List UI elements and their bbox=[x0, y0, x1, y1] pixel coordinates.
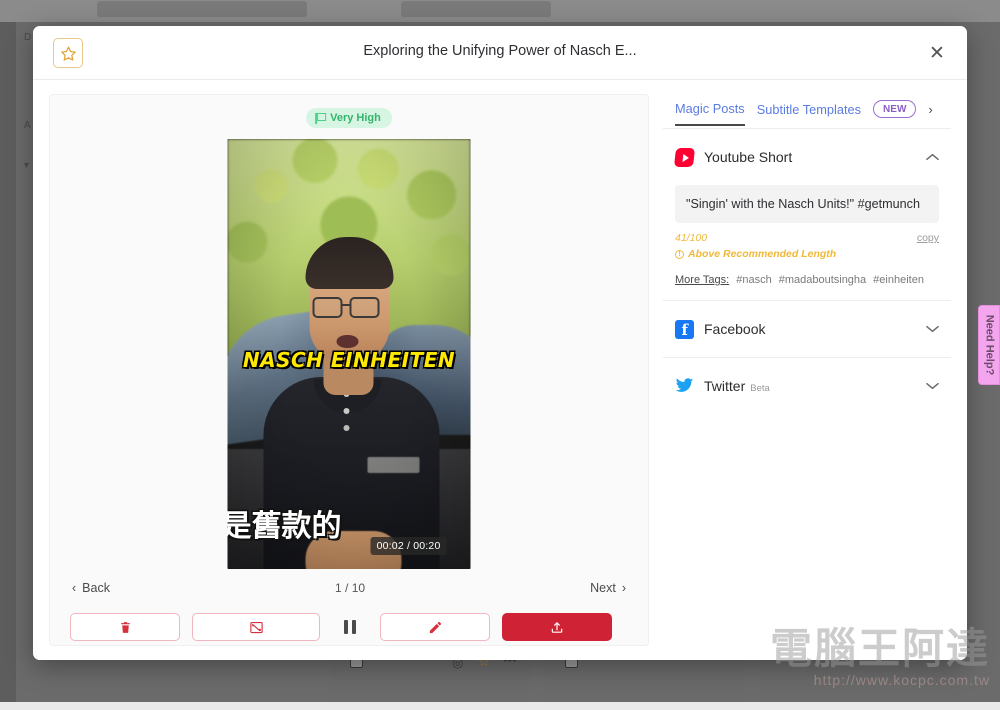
tag-item[interactable]: #madaboutsingha bbox=[779, 274, 866, 286]
tags-row: More Tags: #nasch #madaboutsingha #einhe… bbox=[675, 274, 939, 286]
tag-item[interactable]: #einheiten bbox=[873, 274, 924, 286]
chevron-right-icon[interactable]: › bbox=[928, 102, 932, 117]
status-badge: Very High bbox=[306, 108, 392, 128]
section-header-youtube-short[interactable]: Youtube Short bbox=[663, 129, 951, 185]
pause-button[interactable] bbox=[332, 613, 368, 641]
section-facebook: Facebook bbox=[663, 300, 951, 357]
chevron-left-icon: ‹ bbox=[72, 581, 77, 595]
post-meta-left: 41/100 ! Above Recommended Length bbox=[675, 232, 836, 260]
back-button[interactable]: ‹ Back bbox=[72, 581, 110, 595]
background-bottom-bar bbox=[0, 702, 1000, 710]
modal-header: Exploring the Unifying Power of Nasch E.… bbox=[33, 26, 967, 80]
background-card bbox=[96, 0, 308, 18]
preview-modal: Exploring the Unifying Power of Nasch E.… bbox=[33, 26, 967, 660]
info-icon: ! bbox=[675, 249, 684, 259]
share-button[interactable] bbox=[502, 613, 612, 641]
length-warning-label: Above Recommended Length bbox=[688, 248, 837, 261]
tab-magic-posts[interactable]: Magic Posts bbox=[675, 101, 745, 126]
section-header-facebook[interactable]: Facebook bbox=[663, 301, 951, 357]
tab-subtitle-templates-label: Subtitle Templates bbox=[756, 101, 862, 117]
twitter-icon bbox=[675, 378, 694, 394]
video-caption-overlay: NASCH EINHEITEN bbox=[242, 348, 456, 372]
section-header-twitter[interactable]: Twitter Beta bbox=[663, 358, 951, 414]
tag-item[interactable]: #nasch bbox=[736, 274, 771, 286]
twitter-label: Twitter bbox=[704, 378, 746, 395]
section-title-twitter: Twitter Beta bbox=[704, 378, 916, 394]
chevron-up-icon[interactable] bbox=[926, 150, 939, 164]
modal-body: Very High NASCH EINHEITEN 是舊款的 00:02 / 0… bbox=[33, 80, 967, 660]
pause-icon-bar2 bbox=[352, 620, 356, 634]
section-title-youtube-short: Youtube Short bbox=[704, 149, 793, 165]
trash-icon bbox=[120, 621, 130, 633]
section-title-facebook: Facebook bbox=[704, 321, 766, 338]
youtube-shorts-icon bbox=[674, 147, 695, 167]
need-help-tab[interactable]: Need Help? bbox=[978, 305, 1000, 385]
next-button[interactable]: Next › bbox=[590, 581, 626, 595]
background-sidebar-text: A bbox=[24, 120, 31, 131]
video-timestamp: 00:02 / 00:20 bbox=[370, 537, 447, 555]
resize-icon bbox=[249, 621, 263, 633]
action-toolbar bbox=[70, 613, 628, 641]
background-sidebar-text: D bbox=[24, 32, 32, 43]
background-sidebar-text: ▾ bbox=[24, 160, 30, 171]
flag-icon bbox=[315, 112, 327, 124]
new-badge: NEW bbox=[873, 100, 917, 118]
length-warning: ! Above Recommended Length bbox=[675, 248, 836, 260]
chevron-down-icon[interactable] bbox=[926, 379, 939, 393]
need-help-label: Need Help? bbox=[983, 314, 996, 376]
facebook-icon bbox=[675, 319, 694, 339]
delete-button[interactable] bbox=[70, 613, 180, 641]
back-label: Back bbox=[82, 581, 110, 595]
post-text-field[interactable]: "Singin' with the Nasch Units!" #getmunc… bbox=[675, 185, 939, 224]
beta-badge: Beta bbox=[750, 383, 770, 395]
background-card bbox=[400, 0, 552, 18]
page-title: Exploring the Unifying Power of Nasch E.… bbox=[363, 43, 637, 59]
upload-icon bbox=[551, 621, 563, 633]
pencil-icon bbox=[429, 621, 441, 633]
section-twitter: Twitter Beta bbox=[663, 357, 951, 414]
more-tags-button[interactable]: More Tags: bbox=[675, 274, 729, 286]
background-left-edge bbox=[0, 22, 16, 710]
chevron-right-icon: › bbox=[621, 581, 626, 595]
page-indicator: 1 / 10 bbox=[335, 581, 366, 595]
video-player[interactable]: NASCH EINHEITEN 是舊款的 00:02 / 00:20 bbox=[227, 139, 471, 569]
tab-magic-posts-label: Magic Posts bbox=[675, 100, 745, 116]
edit-button[interactable] bbox=[380, 613, 490, 641]
youtube-short-content: "Singin' with the Nasch Units!" #getmunc… bbox=[663, 185, 951, 300]
chevron-down-icon[interactable] bbox=[926, 322, 939, 336]
tab-subtitle-templates[interactable]: Subtitle Templates bbox=[757, 102, 861, 125]
section-youtube-short: Youtube Short "Singin' with the Nasch Un… bbox=[663, 128, 951, 300]
navigation-row: ‹ Back 1 / 10 Next › bbox=[72, 581, 626, 595]
quality-label: Very High bbox=[330, 112, 381, 124]
video-subtitle-overlay: 是舊款的 bbox=[227, 509, 342, 544]
resize-button[interactable] bbox=[192, 613, 320, 641]
copy-button[interactable]: copy bbox=[917, 232, 939, 244]
preview-panel: Very High NASCH EINHEITEN 是舊款的 00:02 / 0… bbox=[49, 94, 649, 646]
character-count: 41/100 bbox=[675, 232, 708, 245]
close-icon[interactable]: ✕ bbox=[923, 39, 951, 67]
pause-icon bbox=[344, 620, 348, 634]
social-panel: Magic Posts Subtitle Templates NEW › You… bbox=[663, 94, 951, 646]
next-label: Next bbox=[590, 581, 616, 595]
tabs-row: Magic Posts Subtitle Templates NEW › bbox=[663, 94, 951, 126]
post-meta-row: 41/100 ! Above Recommended Length copy bbox=[675, 232, 939, 260]
